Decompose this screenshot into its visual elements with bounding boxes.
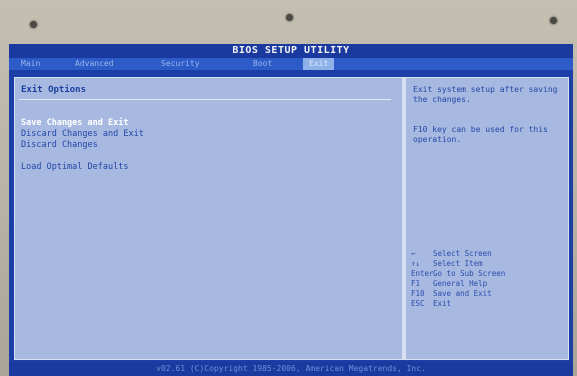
section-title: Exit Options [21,85,87,95]
tab-bar: Main Advanced Security Boot Exit [9,58,573,70]
esc-key: ESC [411,299,425,308]
key-legend-row: EnterGo to Sub Screen [411,269,567,279]
bezel-screw [286,14,293,21]
key-action: Save and Exit [433,289,492,298]
discard-changes-and-exit-option[interactable]: Discard Changes and Exit [21,129,144,139]
key-action: Select Screen [433,249,492,258]
key-legend-row: F1 General Help [411,279,567,289]
key-legend-row: ← Select Screen [411,249,567,259]
enter-key: Enter [411,269,434,278]
key-action: General Help [433,279,488,288]
f10-key: F10 [411,289,425,298]
section-divider [19,99,391,100]
help-description: Exit system setup after saving the chang… [413,85,558,104]
tab-advanced[interactable]: Advanced [75,58,114,70]
key-legend-row: ↑↓ Select Item [411,259,567,269]
help-hint: F10 key can be used for this operation. [413,125,548,144]
bios-title: BIOS SETUP UTILITY [9,44,573,58]
exit-options-panel: Exit Options Save Changes and Exit Disca… [14,77,403,360]
load-optimal-defaults-option[interactable]: Load Optimal Defaults [21,162,128,172]
discard-changes-option[interactable]: Discard Changes [21,140,98,150]
save-changes-and-exit-option[interactable]: Save Changes and Exit [21,118,128,128]
key-action: Select Item [433,259,483,268]
f1-key: F1 [411,279,421,288]
key-action: Go to Sub Screen [433,269,506,278]
bezel-screw [550,17,557,24]
bios-screen: BIOS SETUP UTILITY Main Advanced Securit… [9,44,573,376]
tab-exit[interactable]: Exit [303,58,335,70]
tab-boot[interactable]: Boot [253,58,272,70]
copyright-footer: v02.61 (C)Copyright 1985-2006, American … [9,362,573,376]
key-action: Exit [433,299,452,308]
key-legend-row: F10 Save and Exit [411,289,567,299]
tab-security[interactable]: Security [161,58,200,70]
key-legend-row: ESC Exit [411,299,567,309]
bezel-screw [30,21,37,28]
monitor-bezel: BIOS SETUP UTILITY Main Advanced Securit… [0,0,577,376]
left-arrow-key-icon: ← [411,249,416,258]
tab-main[interactable]: Main [21,58,40,70]
help-panel: Exit system setup after saving the chang… [405,77,569,360]
up-down-arrow-key-icon: ↑↓ [411,259,421,268]
